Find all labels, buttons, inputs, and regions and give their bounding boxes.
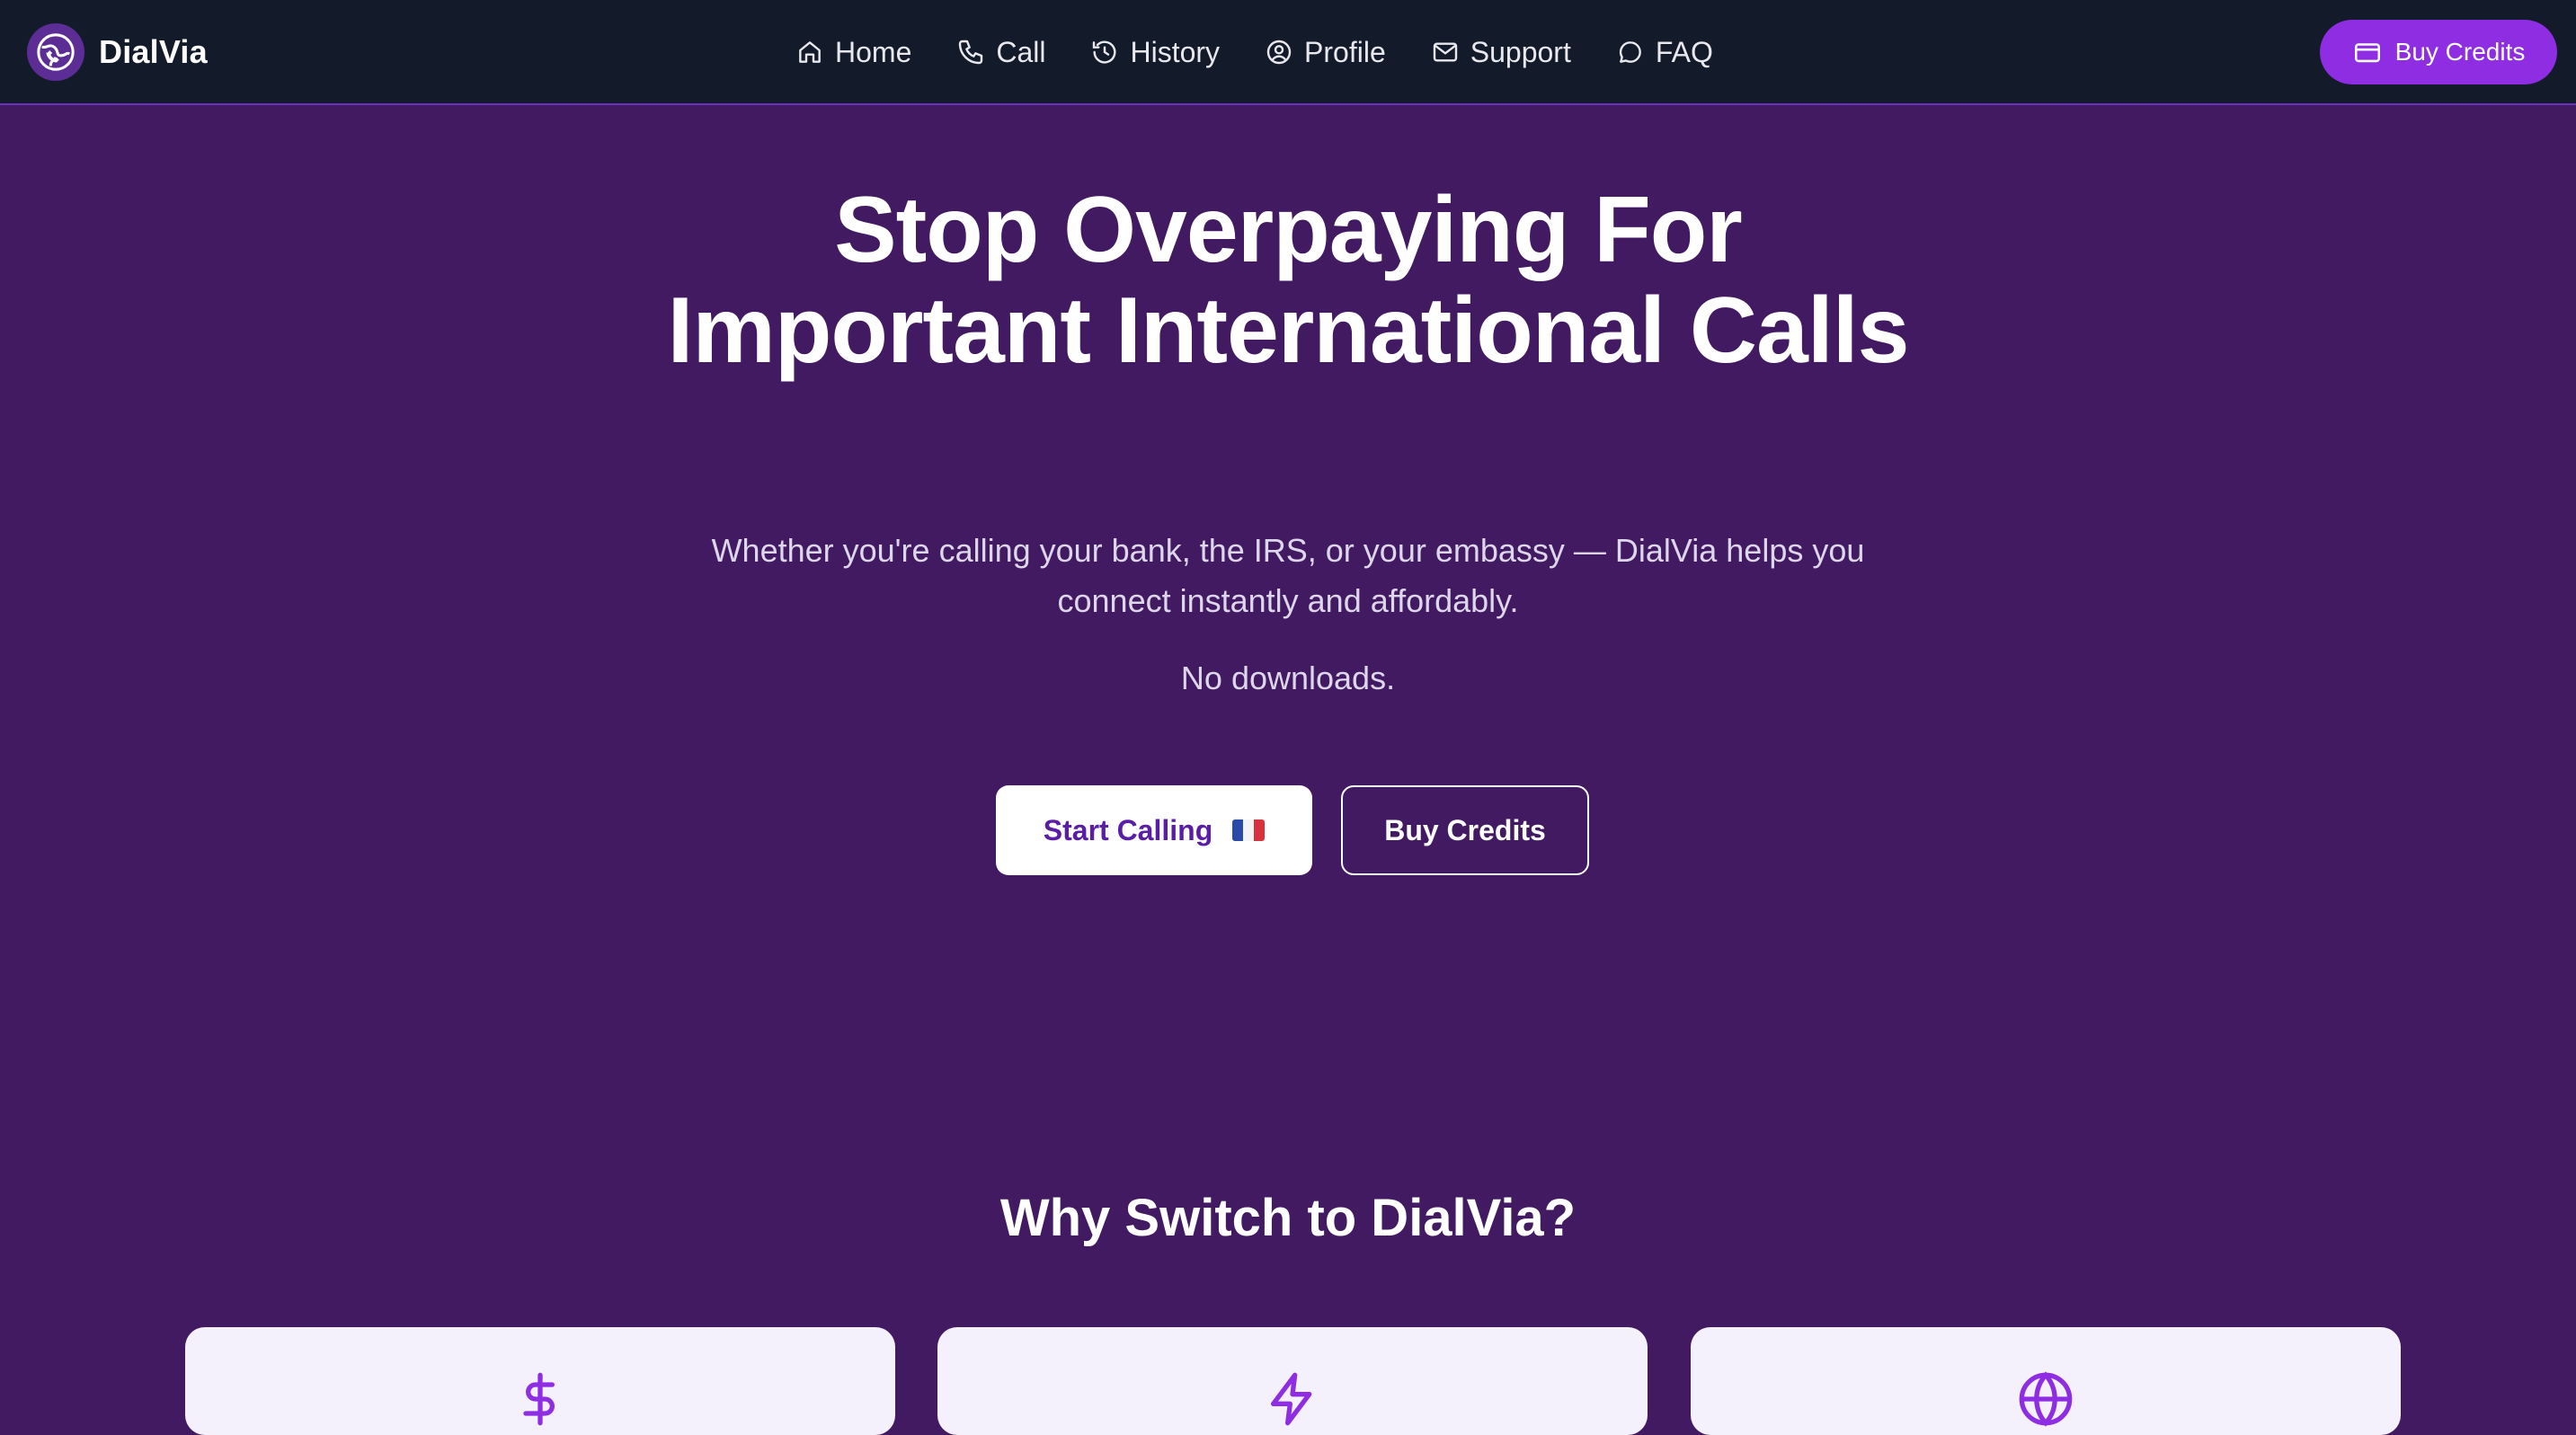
hero-subtitle: Whether you're calling your bank, the IR… xyxy=(711,532,1865,619)
hero-note: No downloads. xyxy=(1180,660,1396,696)
start-calling-label: Start Calling xyxy=(1043,813,1213,846)
buy-credits-label: Buy Credits xyxy=(1384,813,1546,846)
globe-phone-icon xyxy=(27,23,84,81)
brand-name: DialVia xyxy=(99,33,208,70)
user-circle-icon xyxy=(1266,40,1292,65)
phone-icon xyxy=(959,40,983,65)
nav-item-call[interactable]: Call xyxy=(956,36,1045,69)
nav-buy-credits-label: Buy Credits xyxy=(2394,38,2526,66)
nav-item-faq[interactable]: FAQ xyxy=(1616,36,1713,69)
main-nav: Home Call History Profile Support FAQ xyxy=(795,31,1713,74)
brand[interactable]: DialVia xyxy=(27,22,208,83)
hero-title: Stop Overpaying For Important Internatio… xyxy=(667,178,1910,383)
nav-item-profile[interactable]: Profile xyxy=(1265,36,1386,69)
feature-card xyxy=(937,1327,1648,1435)
chat-bubble-icon xyxy=(1619,41,1641,63)
nav-item-label: Call xyxy=(996,35,1046,68)
start-calling-button[interactable]: Start Calling xyxy=(996,785,1312,875)
mail-icon xyxy=(1433,42,1457,62)
history-icon xyxy=(1093,40,1117,64)
feature-card xyxy=(1691,1327,2401,1435)
nav-item-label: Support xyxy=(1470,35,1571,68)
buy-credits-button[interactable]: Buy Credits xyxy=(1341,785,1589,875)
nav-item-label: Home xyxy=(835,35,912,68)
nav-item-label: History xyxy=(1130,35,1221,68)
feature-card xyxy=(185,1327,895,1435)
home-icon xyxy=(799,41,821,63)
dollar-icon xyxy=(523,1372,555,1426)
nav-item-support[interactable]: Support xyxy=(1431,36,1571,69)
why-section-title: Why Switch to DialVia? xyxy=(999,1189,1577,1247)
lightning-icon xyxy=(1271,1372,1312,1426)
top-navbar: DialVia Home Call History Profile Suppor… xyxy=(0,0,2576,105)
nav-item-label: Profile xyxy=(1304,35,1386,68)
nav-item-history[interactable]: History xyxy=(1090,36,1220,69)
nav-item-home[interactable]: Home xyxy=(795,36,911,69)
globe-icon xyxy=(2019,1371,2073,1427)
nav-item-label: FAQ xyxy=(1655,35,1713,68)
nav-buy-credits-button[interactable]: Buy Credits xyxy=(2320,20,2557,84)
france-flag-icon xyxy=(1232,819,1266,841)
credit-card-icon xyxy=(2354,43,2380,63)
